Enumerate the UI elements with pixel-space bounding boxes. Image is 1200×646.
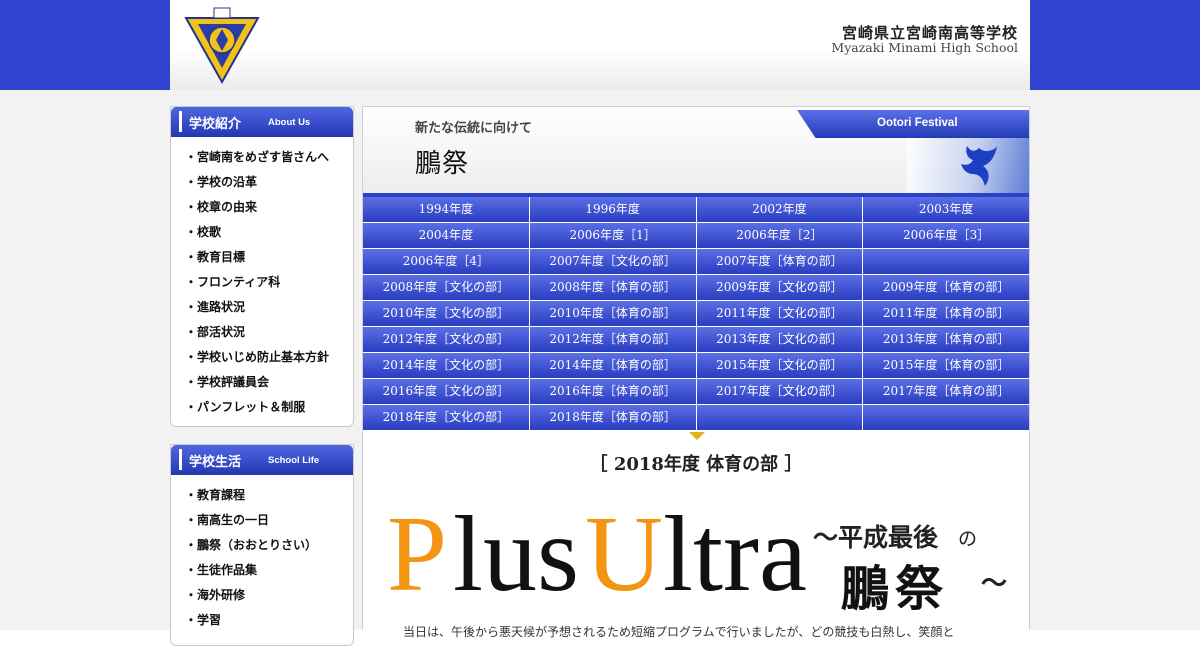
article-body: 当日は、午後から悪天候が予想されるため短縮プログラムで行いましたが、どの競技も白…: [403, 625, 955, 639]
year-link[interactable]: 2012年度［文化の部］: [363, 327, 529, 352]
year-link[interactable]: 2013年度［体育の部］: [863, 327, 1029, 352]
sidebar-about: 学校紹介 About Us 宮崎南をめざす皆さんへ 学校の沿革 校章の由来 校歌…: [170, 106, 354, 427]
school-emblem-icon[interactable]: [184, 4, 260, 85]
sidebar-item-daily[interactable]: 南高生の一日: [171, 508, 353, 533]
year-link[interactable]: 2016年度［文化の部］: [363, 379, 529, 404]
banner-word-lus: lus: [453, 495, 580, 614]
year-link[interactable]: 2012年度［体育の部］: [529, 327, 696, 352]
sidebar-item-mezasu[interactable]: 宮崎南をめざす皆さんへ: [171, 145, 353, 170]
banner-letter-u: U: [585, 495, 663, 614]
sidebar-item-goals[interactable]: 教育目標: [171, 245, 353, 270]
banner-no: の: [958, 528, 978, 550]
sidebar-life-title: 学校生活: [189, 455, 242, 470]
sidebar-item-council[interactable]: 学校評議員会: [171, 370, 353, 395]
year-link[interactable]: 2010年度［文化の部］: [363, 301, 529, 326]
main-content: 新たな伝統に向けて 鵬祭 Ootori Festival 1994年度 1996年…: [362, 106, 1030, 639]
festival-tab-label: Ootori Festival: [877, 117, 958, 129]
phoenix-icon: [961, 146, 997, 186]
site-header: 宮崎県立宮崎南高等学校 Myazaki Minami High School: [170, 0, 1030, 90]
year-link[interactable]: 2014年度［文化の部］: [363, 353, 529, 378]
active-year-pointer-icon: [689, 432, 705, 440]
school-name-en: Myazaki Minami High School: [831, 40, 1018, 55]
sidebar-item-emblem[interactable]: 校章の由来: [171, 195, 353, 220]
year-link[interactable]: 2009年度［文化の部］: [696, 275, 863, 300]
year-link[interactable]: 2015年度［文化の部］: [696, 353, 863, 378]
section-title: ［ 2018年度 体育の部 ］: [589, 454, 803, 475]
year-link[interactable]: 2018年度［体育の部］: [529, 405, 696, 430]
year-link[interactable]: 1994年度: [363, 197, 529, 222]
sidebar-item-anti-bullying[interactable]: 学校いじめ防止基本方針: [171, 345, 353, 370]
year-link[interactable]: 2007年度［体育の部］: [696, 249, 863, 274]
sidebar-life-header: 学校生活 School Life: [171, 445, 353, 475]
year-link[interactable]: 2017年度［体育の部］: [863, 379, 1029, 404]
banner-ootori: 鵬祭: [841, 561, 950, 617]
sidebar-about-header: 学校紹介 About Us: [171, 107, 353, 137]
sidebar-item-curriculum[interactable]: 教育課程: [171, 483, 353, 508]
sidebar-item-study[interactable]: 学習: [171, 608, 353, 633]
year-link[interactable]: 2007年度［文化の部］: [529, 249, 696, 274]
year-link[interactable]: 2014年度［体育の部］: [529, 353, 696, 378]
banner-tilde: ～: [981, 569, 1008, 599]
sidebar-item-song[interactable]: 校歌: [171, 220, 353, 245]
sidebar-life-title-en: School Life: [268, 455, 320, 466]
sidebar-item-pamphlet[interactable]: パンフレット＆制服: [171, 395, 353, 420]
year-link[interactable]: 2009年度［体育の部］: [863, 275, 1029, 300]
year-link[interactable]: 2011年度［文化の部］: [696, 301, 863, 326]
year-link[interactable]: 2006年度［2］: [696, 223, 863, 248]
year-cell-empty: [863, 405, 1029, 430]
sidebar-item-history[interactable]: 学校の沿革: [171, 170, 353, 195]
year-link-grid: 1994年度 1996年度 2002年度 2003年度 2004年度 2006年度［1］ 2…: [363, 197, 1029, 430]
year-link[interactable]: 2016年度［体育の部］: [529, 379, 696, 404]
year-link[interactable]: 2017年度［文化の部］: [696, 379, 863, 404]
year-link[interactable]: 2008年度［文化の部］: [363, 275, 529, 300]
sidebar-item-frontier[interactable]: フロンティア科: [171, 270, 353, 295]
bird-banner: [907, 138, 1029, 193]
page-subtitle: 新たな伝統に向けて: [415, 121, 533, 136]
year-cell-empty: [696, 405, 863, 430]
page-title: 鵬祭: [415, 149, 470, 179]
sidebar-about-title: 学校紹介: [189, 117, 242, 132]
sidebar-item-works[interactable]: 生徒作品集: [171, 558, 353, 583]
year-link[interactable]: 2003年度: [863, 197, 1029, 222]
year-link[interactable]: 2006年度［1］: [529, 223, 696, 248]
year-link[interactable]: 2010年度［体育の部］: [529, 301, 696, 326]
sidebar-about-title-en: About Us: [268, 117, 311, 128]
banner-letter-p: P: [387, 495, 448, 614]
sidebar-item-clubs[interactable]: 部活状況: [171, 320, 353, 345]
year-link[interactable]: 2006年度［4］: [363, 249, 529, 274]
festival-tab: Ootori Festival: [797, 110, 1029, 138]
sidebar-life: 学校生活 School Life 教育課程 南高生の一日 鵬祭（おおとりさい） …: [170, 444, 354, 646]
year-link[interactable]: 1996年度: [529, 197, 696, 222]
year-link[interactable]: 2006年度［3］: [863, 223, 1029, 248]
sidebar-item-overseas[interactable]: 海外研修: [171, 583, 353, 608]
year-link[interactable]: 2008年度［体育の部］: [529, 275, 696, 300]
year-link[interactable]: 2018年度［文化の部］: [363, 405, 529, 430]
year-cell-empty: [863, 249, 1029, 274]
sidebar-item-ootori[interactable]: 鵬祭（おおとりさい）: [171, 533, 353, 558]
sidebar-item-career[interactable]: 進路状況: [171, 295, 353, 320]
page-title-area: 新たな伝統に向けて 鵬祭 Ootori Festival: [363, 107, 1029, 193]
year-link[interactable]: 2004年度: [363, 223, 529, 248]
banner-word-ltra: ltra: [663, 495, 807, 614]
year-link[interactable]: 2002年度: [696, 197, 863, 222]
year-link[interactable]: 2011年度［体育の部］: [863, 301, 1029, 326]
year-link[interactable]: 2013年度［文化の部］: [696, 327, 863, 352]
year-link[interactable]: 2015年度［体育の部］: [863, 353, 1029, 378]
